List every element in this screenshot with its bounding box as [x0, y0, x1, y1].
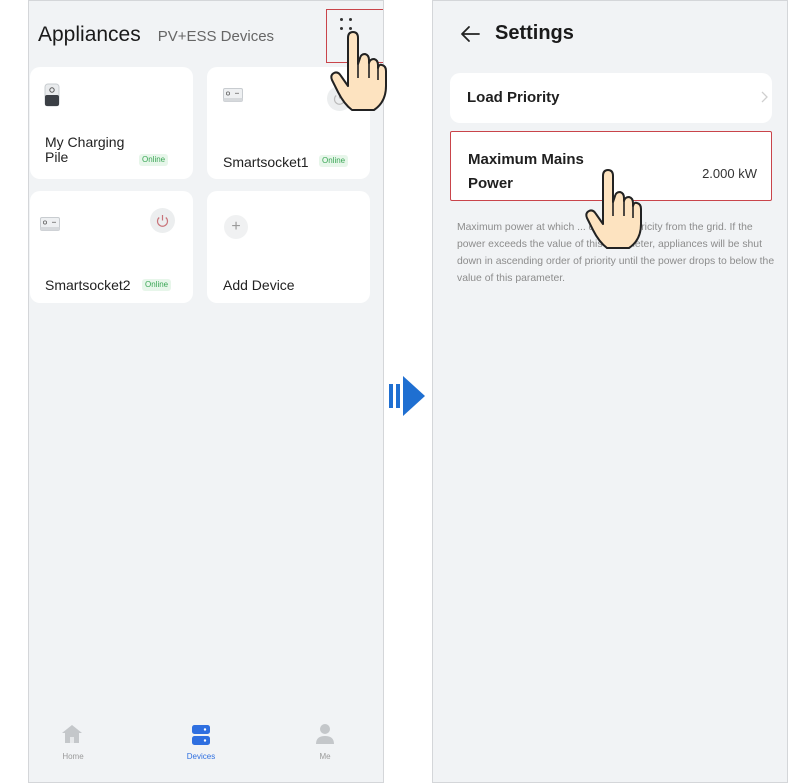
load-priority-row[interactable]: Load Priority [450, 73, 772, 123]
nav-label: Home [62, 752, 84, 761]
person-icon [316, 724, 334, 744]
tab-pv-ess-devices[interactable]: PV+ESS Devices [158, 28, 274, 45]
home-icon [62, 725, 82, 743]
charging-pile-icon [44, 83, 60, 107]
status-badge: Online [139, 154, 169, 166]
smart-socket-icon [40, 217, 60, 231]
appliances-header: Appliances PV+ESS Devices [38, 23, 274, 47]
device-name: Smartsocket1 [223, 154, 309, 170]
chevron-right-icon [761, 91, 768, 103]
back-arrow-icon[interactable] [460, 25, 480, 43]
appliances-screen: Appliances PV+ESS Devices My Charging Pi… [28, 0, 384, 783]
row-value: 2.000 kW [702, 166, 757, 181]
pointing-hand-icon [330, 31, 387, 111]
settings-screen: Settings Load Priority Maximum Mains Pow… [432, 0, 788, 783]
nav-label: Devices [186, 752, 216, 761]
row-label: Load Priority [467, 89, 560, 106]
bottom-nav: Home Devices Me [29, 708, 383, 782]
plus-icon: + [224, 215, 248, 239]
device-card-charging-pile[interactable]: My Charging Pile Online [30, 67, 193, 179]
device-name: Smartsocket2 [45, 277, 131, 293]
devices-icon [192, 725, 210, 745]
add-device-card[interactable]: + Add Device [207, 191, 370, 303]
device-name: My Charging Pile [45, 134, 125, 165]
page-title: Appliances [38, 23, 141, 46]
smart-socket-icon [223, 88, 243, 102]
device-card-smartsocket2[interactable]: Smartsocket2 Online [30, 191, 193, 303]
page-title: Settings [495, 22, 574, 44]
power-icon [156, 215, 169, 227]
transition-arrow-icon [389, 376, 425, 416]
nav-label: Me [319, 752, 331, 761]
power-button[interactable] [150, 208, 175, 233]
status-badge: Online [142, 279, 172, 291]
status-badge: Online [319, 155, 349, 167]
pointing-hand-icon [585, 169, 642, 249]
add-device-label: Add Device [223, 277, 295, 293]
